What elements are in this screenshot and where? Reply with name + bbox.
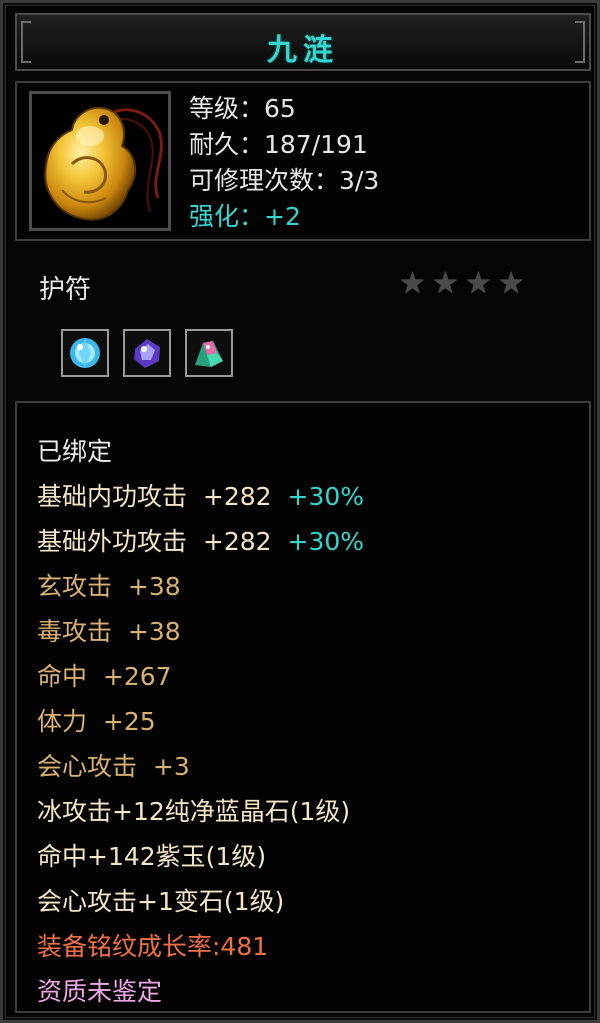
item-durability: 耐久：187/191 — [189, 130, 368, 159]
attribute-value: +38 — [127, 617, 181, 646]
attribute-value: +267 — [102, 662, 172, 691]
attribute-bonus: +30% — [287, 482, 365, 511]
item-level: 等级：65 — [189, 94, 296, 123]
item-repair-count: 可修理次数：3/3 — [189, 166, 380, 195]
attribute-row: 会心攻击 +3 — [37, 744, 364, 789]
gem-effect-line: 会心攻击+1变石(1级) — [37, 887, 285, 916]
item-title: 九涟 — [267, 33, 339, 68]
attribute-value: +282 — [202, 482, 272, 511]
star-icon: ★ — [497, 266, 525, 301]
attribute-name: 基础内功攻击 — [37, 482, 188, 511]
attribute-bonus: +30% — [287, 527, 365, 556]
gem-effect-line: 命中+142紫玉(1级) — [37, 842, 267, 871]
attribute-name: 基础外功攻击 — [37, 527, 188, 556]
attribute-list: 已绑定 基础内功攻击 +282 +30% 基础外功攻击 +282 +30% 玄攻… — [37, 429, 364, 1014]
attribute-row: 基础内功攻击 +282 +30% — [37, 474, 364, 519]
attribute-name: 毒攻击 — [37, 617, 113, 646]
star-icon: ★ — [431, 266, 459, 301]
item-type-name: 护符 — [39, 275, 92, 305]
attribute-name: 体力 — [37, 707, 88, 736]
attribute-name: 命中 — [37, 662, 88, 691]
attribute-row: 基础外功攻击 +282 +30% — [37, 519, 364, 564]
variant-stone-gem-icon[interactable] — [185, 329, 233, 377]
attribute-row: 玄攻击 +38 — [37, 564, 364, 609]
star-icon: ★ — [464, 266, 492, 301]
item-tooltip-window: 九涟 等级：65 耐久：187/191 可修理次数：3/3 强化：+2 护符 ★… — [0, 0, 600, 1023]
attribute-value: +38 — [127, 572, 181, 601]
attribute-name: 玄攻击 — [37, 572, 113, 601]
title-bar: 九涟 — [15, 13, 591, 71]
purple-jade-gem-icon[interactable] — [123, 329, 171, 377]
attribute-row: 命中 +267 — [37, 654, 364, 699]
growth-rate: 装备铭纹成长率:481 — [37, 932, 269, 961]
gem-effect-line: 冰攻击+12纯净蓝晶石(1级) — [37, 797, 351, 826]
attribute-name: 会心攻击 — [37, 752, 138, 781]
attribute-panel: 已绑定 基础内功攻击 +282 +30% 基础外功攻击 +282 +30% 玄攻… — [15, 401, 591, 1013]
attribute-value: +25 — [102, 707, 156, 736]
star-rating: ★ ★ ★ ★ — [399, 269, 525, 299]
item-summary-panel: 等级：65 耐久：187/191 可修理次数：3/3 强化：+2 — [15, 81, 591, 241]
bound-status: 已绑定 — [37, 437, 113, 466]
item-stats: 等级：65 耐久：187/191 可修理次数：3/3 强化：+2 — [189, 91, 379, 235]
attribute-value: +282 — [202, 527, 272, 556]
attribute-row: 毒攻击 +38 — [37, 609, 364, 654]
attribute-row: 体力 +25 — [37, 699, 364, 744]
quality-status: 资质未鉴定 — [37, 977, 163, 1006]
item-enhance: 强化：+2 — [189, 202, 301, 231]
golden-jade-pendant-icon — [29, 91, 171, 231]
gem-slots — [61, 329, 233, 377]
star-icon: ★ — [399, 266, 426, 301]
attribute-value: +3 — [152, 752, 190, 781]
blue-crystal-gem-icon[interactable] — [61, 329, 109, 377]
